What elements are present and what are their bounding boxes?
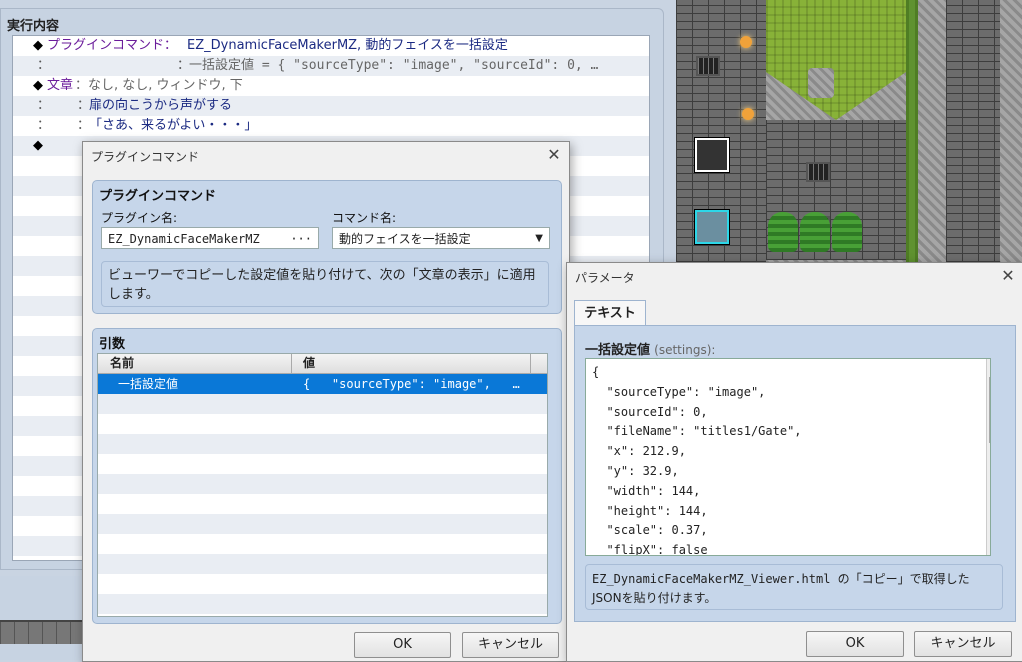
command-name-value: 動的フェイスを一括設定 (339, 232, 471, 246)
command-text: 扉の向こうから声がする (89, 98, 233, 113)
more-icon[interactable]: ··· (290, 228, 312, 250)
map-preview (676, 0, 1022, 262)
command-prefix: プラグインコマンド： (47, 38, 178, 53)
event-row[interactable]: ： ： 一括設定値 = { "sourceType": "image", "so… (13, 56, 649, 76)
settings-label-sub: (settings): (654, 343, 716, 357)
dialog-title: プラグインコマンド (91, 150, 200, 164)
close-icon[interactable]: ✕ (543, 144, 565, 166)
scroll-thumb[interactable] (989, 377, 990, 443)
arg-name: 一括設定値 (118, 377, 179, 391)
ok-button[interactable]: OK (806, 631, 904, 657)
map-tile-strip (0, 620, 82, 644)
event-row[interactable]: ◆ プラグインコマンド： EZ_DynamicFaceMakerMZ, 動的フェ… (13, 36, 649, 56)
vertical-scrollbar[interactable]: ▲ ▼ (986, 359, 990, 555)
command-text: ：なし, なし, ウィンドウ, 下 (75, 78, 243, 93)
plugin-name-label: プラグイン名: (101, 211, 178, 225)
command-name-select[interactable]: 動的フェイスを一括設定 ▼ (332, 227, 550, 249)
cancel-button[interactable]: キャンセル (914, 631, 1012, 657)
arg-value: { "sourceType": "image", … (303, 377, 520, 391)
text-tab-panel: 一括設定値 (settings): { "sourceType": "image… (574, 325, 1016, 622)
table-body: 一括設定値 { "sourceType": "image", … (98, 374, 547, 614)
event-contents-title: 実行内容 (7, 19, 60, 34)
settings-json-text: { "sourceType": "image", "sourceId": 0, … (592, 365, 802, 556)
command-marker: ◆ (33, 38, 43, 53)
player-tile[interactable] (694, 209, 730, 245)
column-header-value[interactable]: 値 (303, 354, 315, 373)
event-row[interactable]: ： ： 「さあ、来るがよい・・・」 (13, 116, 649, 136)
plugin-command-group: プラグインコマンド プラグイン名: EZ_DynamicFaceMakerMZ … (92, 180, 562, 314)
event-tile[interactable] (694, 137, 730, 173)
command-marker: ： (37, 118, 51, 133)
help-line-2: JSONを貼り付けます。 (592, 591, 717, 605)
scroll-down-icon[interactable]: ▼ (987, 541, 990, 555)
arguments-table: 名前 値 一括設定値 { "sourceType": "image", … (97, 353, 548, 617)
table-row[interactable]: 一括設定値 { "sourceType": "image", … (98, 374, 547, 394)
plugin-name-field[interactable]: EZ_DynamicFaceMakerMZ ··· (101, 227, 319, 249)
command-marker: ： (37, 58, 51, 73)
command-prefix: 文章 (47, 78, 74, 93)
command-marker: ： (37, 98, 51, 113)
event-row[interactable]: ： ： 扉の向こうから声がする (13, 96, 649, 116)
arguments-group: 引数 名前 値 一括設定値 { "sourceType": "image", … (92, 328, 562, 624)
help-line-1: EZ_DynamicFaceMakerMZ_Viewer.html の「コピー」… (592, 572, 970, 586)
close-icon[interactable]: ✕ (997, 265, 1019, 287)
command-text: 「さあ、来るがよい・・・」 (89, 118, 258, 133)
table-header: 名前 値 (98, 354, 547, 374)
tab-text[interactable]: テキスト (574, 300, 646, 327)
column-header-name[interactable]: 名前 (110, 354, 134, 373)
settings-json-textarea[interactable]: { "sourceType": "image", "sourceId": 0, … (585, 358, 991, 556)
command-name-label: コマンド名: (332, 211, 397, 225)
command-text: EZ_DynamicFaceMakerMZ, 動的フェイスを一括設定 (187, 38, 508, 53)
settings-label-main: 一括設定値 (585, 343, 651, 358)
command-marker: ◆ (33, 138, 43, 153)
ok-button[interactable]: OK (354, 632, 451, 658)
command-text: 一括設定値 = { "sourceType": "image", "source… (189, 58, 599, 73)
plugin-name-value: EZ_DynamicFaceMakerMZ (108, 232, 260, 246)
settings-field-label: 一括設定値 (settings): (585, 339, 715, 358)
scroll-up-icon[interactable]: ▲ (987, 359, 990, 373)
command-marker: ◆ (33, 78, 43, 93)
plugin-command-description: ビューワーでコピーした設定値を貼り付けて、次の「文章の表示」に適用します。 (101, 261, 549, 307)
dialog-title: パラメータ (575, 271, 635, 285)
group-title: プラグインコマンド (99, 189, 217, 204)
plugin-command-dialog: プラグインコマンド ✕ プラグインコマンド プラグイン名: EZ_Dynamic… (82, 141, 570, 662)
settings-help-text: EZ_DynamicFaceMakerMZ_Viewer.html の「コピー」… (585, 564, 1003, 610)
event-row[interactable]: ◆ 文章 ：なし, なし, ウィンドウ, 下 (13, 76, 649, 96)
group-title: 引数 (99, 337, 126, 352)
cancel-button[interactable]: キャンセル (462, 632, 559, 658)
chevron-down-icon: ▼ (535, 233, 543, 244)
editor-footer (0, 576, 80, 660)
